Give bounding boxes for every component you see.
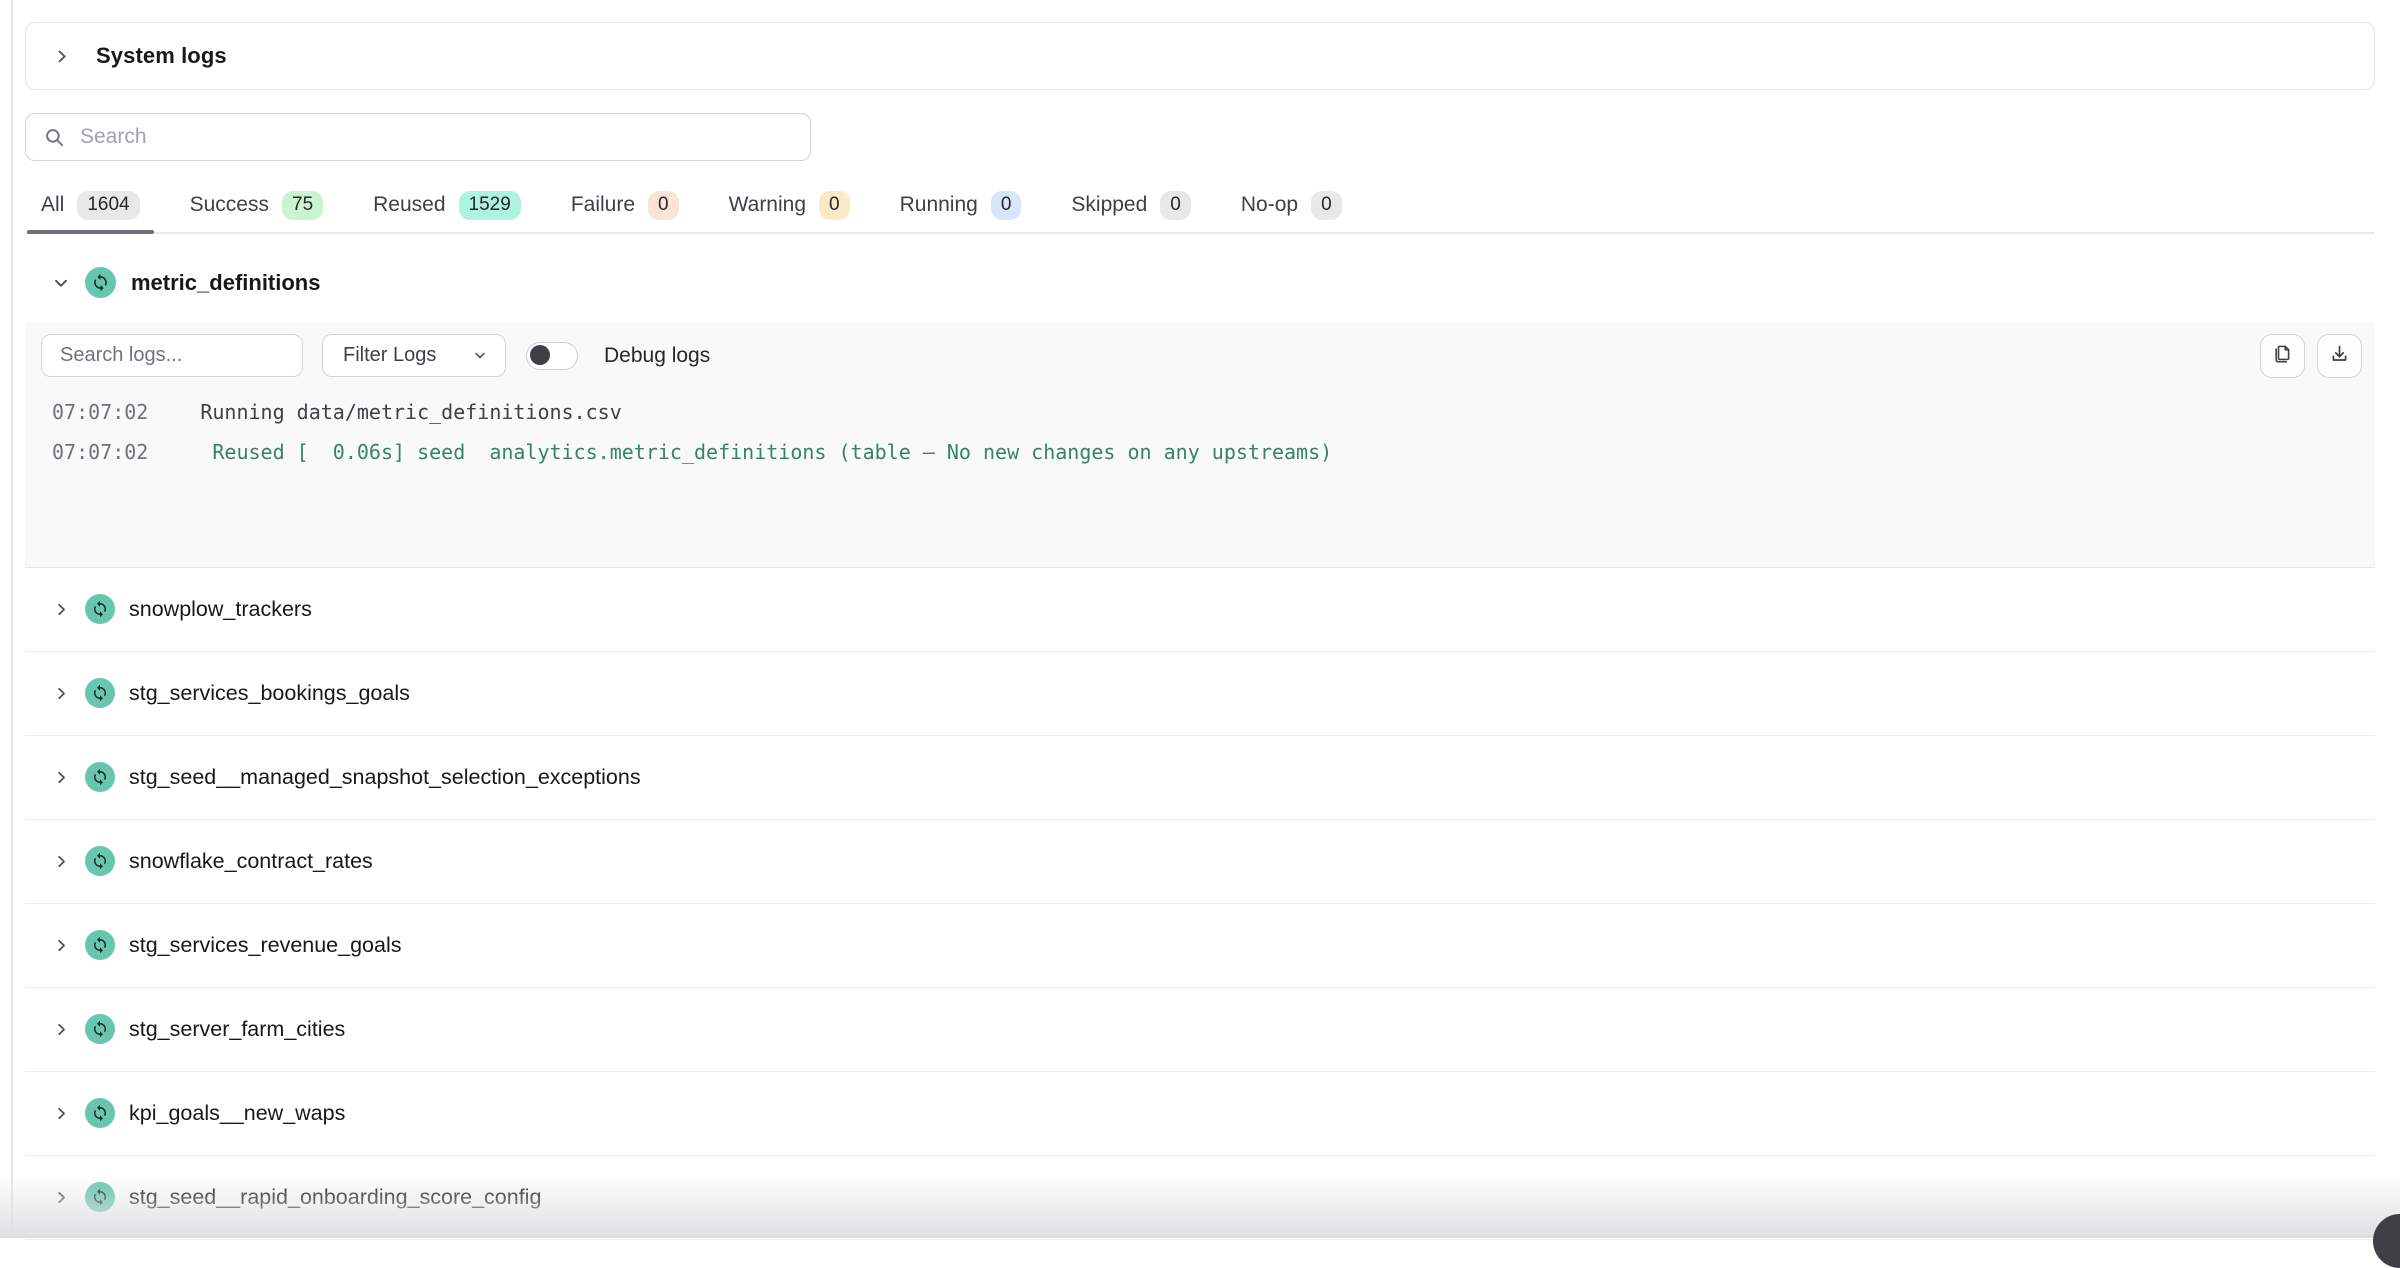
tab-reused[interactable]: Reused 1529	[359, 191, 535, 232]
log-timestamp: 07:07:02	[52, 432, 148, 472]
download-icon	[2329, 343, 2350, 369]
log-group-list: snowplow_trackers stg_services_bookings_…	[25, 568, 2375, 1240]
log-group-row[interactable]: stg_seed__managed_snapshot_selection_exc…	[25, 736, 2375, 820]
group-title: stg_services_revenue_goals	[129, 933, 402, 958]
tab-label: Running	[900, 193, 978, 217]
log-output: 07:07:02Running data/metric_definitions.…	[41, 392, 2362, 472]
log-group-row[interactable]: stg_seed__rapid_onboarding_score_config	[25, 1156, 2375, 1240]
toggle-knob	[530, 345, 550, 365]
tab-label: Skipped	[1071, 193, 1147, 217]
log-group-row[interactable]: stg_services_revenue_goals	[25, 904, 2375, 988]
tab-count-badge: 0	[1311, 191, 1342, 220]
logs-page: System logs All 1604 Success 75 Reused 1…	[25, 0, 2375, 1240]
chevron-right-icon	[53, 1021, 69, 1037]
log-group-row[interactable]: stg_services_bookings_goals	[25, 652, 2375, 736]
log-search-input[interactable]	[58, 343, 302, 368]
group-title: stg_seed__rapid_onboarding_score_config	[129, 1185, 541, 1210]
system-logs-card[interactable]: System logs	[25, 22, 2375, 90]
tab-success[interactable]: Success 75	[176, 191, 338, 232]
search-icon	[44, 127, 64, 147]
group-title: stg_seed__managed_snapshot_selection_exc…	[129, 765, 641, 790]
tab-warning[interactable]: Warning 0	[715, 191, 864, 232]
chevron-right-icon	[54, 48, 70, 64]
tab-label: Warning	[729, 193, 806, 217]
group-title: kpi_goals__new_waps	[129, 1101, 345, 1126]
log-group-metric-definitions[interactable]: metric_definitions	[25, 252, 2375, 314]
log-group-row[interactable]: snowflake_contract_rates	[25, 820, 2375, 904]
group-title: stg_services_bookings_goals	[129, 681, 410, 706]
corner-widget[interactable]	[2373, 1214, 2400, 1268]
tab-label: Success	[190, 193, 269, 217]
search-input[interactable]	[78, 124, 810, 150]
chevron-right-icon	[53, 601, 69, 617]
log-message: Running data/metric_definitions.csv	[148, 392, 621, 432]
reused-sync-icon	[85, 930, 115, 960]
dropdown-chevron-icon	[473, 349, 487, 363]
tab-running[interactable]: Running 0	[886, 191, 1036, 232]
debug-logs-label: Debug logs	[604, 344, 710, 368]
reused-sync-icon	[85, 678, 115, 708]
panel-edge-divider	[11, 0, 13, 1238]
log-toolbar: Filter Logs Debug logs	[41, 334, 2362, 378]
tab-label: No-op	[1241, 193, 1298, 217]
tab-all[interactable]: All 1604	[27, 191, 154, 232]
reused-sync-icon	[85, 1014, 115, 1044]
debug-logs-toggle[interactable]	[526, 342, 578, 370]
chevron-right-icon	[53, 853, 69, 869]
chevron-right-icon	[53, 1189, 69, 1205]
log-search-box[interactable]	[41, 334, 303, 377]
log-group-row[interactable]: snowplow_trackers	[25, 568, 2375, 652]
log-group-row[interactable]: stg_server_farm_cities	[25, 988, 2375, 1072]
filter-logs-label: Filter Logs	[343, 344, 436, 367]
reused-sync-icon	[85, 1098, 115, 1128]
tab-skipped[interactable]: Skipped 0	[1057, 191, 1204, 232]
chevron-right-icon	[53, 1105, 69, 1121]
copy-icon	[2272, 343, 2293, 369]
reused-sync-icon	[85, 594, 115, 624]
log-panel: Filter Logs Debug logs	[25, 322, 2375, 568]
tab-count-badge: 1604	[77, 191, 139, 220]
group-title: metric_definitions	[131, 270, 320, 296]
tab-label: Reused	[373, 193, 445, 217]
tab-count-badge: 75	[282, 191, 323, 220]
tab-count-badge: 0	[991, 191, 1022, 220]
filter-logs-dropdown[interactable]: Filter Logs	[322, 334, 506, 377]
tab-failure[interactable]: Failure 0	[557, 191, 693, 232]
log-group-row[interactable]: kpi_goals__new_waps	[25, 1072, 2375, 1156]
chevron-right-icon	[53, 685, 69, 701]
chevron-right-icon	[53, 937, 69, 953]
reused-sync-icon	[85, 1182, 115, 1212]
global-search[interactable]	[25, 113, 811, 161]
tab-count-badge: 0	[1160, 191, 1191, 220]
log-timestamp: 07:07:02	[52, 392, 148, 432]
reused-sync-icon	[85, 846, 115, 876]
reused-sync-icon	[85, 267, 116, 298]
reused-sync-icon	[85, 762, 115, 792]
group-title: snowflake_contract_rates	[129, 849, 373, 874]
system-logs-title: System logs	[96, 43, 227, 69]
tab-label: All	[41, 193, 64, 217]
tab-count-badge: 0	[819, 191, 850, 220]
download-logs-button[interactable]	[2317, 334, 2362, 378]
chevron-right-icon	[53, 769, 69, 785]
tab-label: Failure	[571, 193, 635, 217]
copy-logs-button[interactable]	[2260, 334, 2305, 378]
status-tabs: All 1604 Success 75 Reused 1529 Failure …	[25, 191, 2375, 234]
tab-count-badge: 1529	[459, 191, 521, 220]
tab-noop[interactable]: No-op 0	[1227, 191, 1356, 232]
group-title: stg_server_farm_cities	[129, 1017, 345, 1042]
log-line: 07:07:02 Reused [ 0.06s] seed analytics.…	[52, 432, 2362, 472]
chevron-down-icon	[53, 275, 69, 291]
group-title: snowplow_trackers	[129, 597, 312, 622]
log-line: 07:07:02Running data/metric_definitions.…	[52, 392, 2362, 432]
tab-count-badge: 0	[648, 191, 679, 220]
log-message: Reused [ 0.06s] seed analytics.metric_de…	[148, 432, 1332, 472]
